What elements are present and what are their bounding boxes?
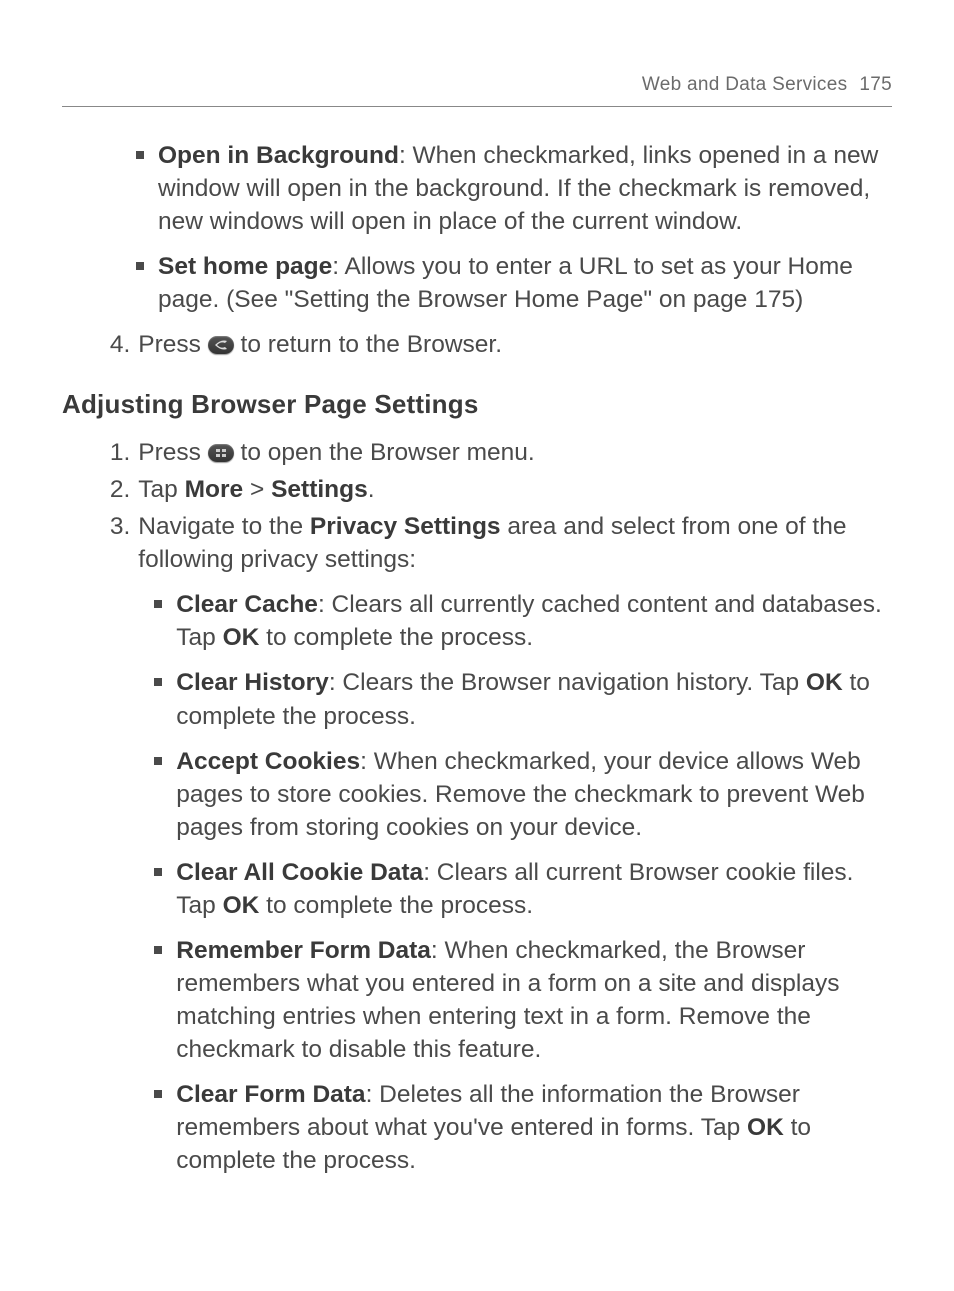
page-number: 175	[859, 72, 892, 98]
step-1: 1. Press to open the Browser menu.	[104, 436, 892, 469]
step-text-post: to open the Browser menu.	[241, 439, 535, 466]
list-item: Set home page: Allows you to enter a URL…	[120, 250, 892, 316]
item-label: Clear Cache	[176, 591, 318, 618]
item-label: Clear History	[176, 669, 329, 696]
step-number: 1.	[104, 436, 138, 469]
ui-ok: OK	[747, 1114, 784, 1141]
list-item: Clear History: Clears the Browser naviga…	[138, 666, 892, 732]
list-item: Clear Cache: Clears all currently cached…	[138, 588, 892, 654]
item-label: Set home page	[158, 253, 332, 280]
ui-settings: Settings	[271, 476, 368, 503]
step-text-pre: Press	[138, 439, 207, 466]
menu-button-icon	[208, 444, 234, 462]
item-label: Open in Background	[158, 142, 399, 169]
list-item: Remember Form Data: When checkmarked, th…	[138, 934, 892, 1066]
item-label: Clear Form Data	[176, 1081, 365, 1108]
ui-ok: OK	[223, 624, 260, 651]
step-3: 3. Navigate to the Privacy Settings area…	[104, 510, 892, 1189]
continued-list: Open in Background: When checkmarked, li…	[62, 139, 892, 316]
t: >	[243, 476, 271, 503]
list-item: Clear Form Data: Deletes all the informa…	[138, 1078, 892, 1177]
item-label: Accept Cookies	[176, 748, 360, 775]
list-item: Clear All Cookie Data: Clears all curren…	[138, 856, 892, 922]
list-item: Open in Background: When checkmarked, li…	[120, 139, 892, 238]
step-text-post: to return to the Browser.	[241, 331, 502, 358]
item-label: Clear All Cookie Data	[176, 859, 423, 886]
t: to complete the process.	[259, 624, 533, 651]
page-header: Web and Data Services 175	[62, 72, 892, 107]
list-item: Accept Cookies: When checkmarked, your d…	[138, 745, 892, 844]
t: to complete the process.	[259, 892, 533, 919]
step-4: 4. Press to return to the Browser.	[104, 328, 892, 361]
section-heading: Adjusting Browser Page Settings	[62, 387, 892, 422]
step-text-pre: Press	[138, 331, 207, 358]
t: Tap	[138, 476, 184, 503]
header-title: Web and Data Services	[642, 72, 848, 98]
ui-ok: OK	[806, 669, 843, 696]
step-2: 2. Tap More > Settings.	[104, 473, 892, 506]
ui-privacy-settings: Privacy Settings	[310, 513, 501, 540]
ui-ok: OK	[223, 892, 260, 919]
step-number: 3.	[104, 510, 138, 1189]
t: .	[368, 476, 375, 503]
back-button-icon	[208, 336, 234, 354]
t: : Clears the Browser navigation history.…	[329, 669, 806, 696]
t: Navigate to the	[138, 513, 310, 540]
step-number: 2.	[104, 473, 138, 506]
ui-more: More	[185, 476, 244, 503]
item-label: Remember Form Data	[176, 937, 431, 964]
step-number: 4.	[104, 328, 138, 361]
